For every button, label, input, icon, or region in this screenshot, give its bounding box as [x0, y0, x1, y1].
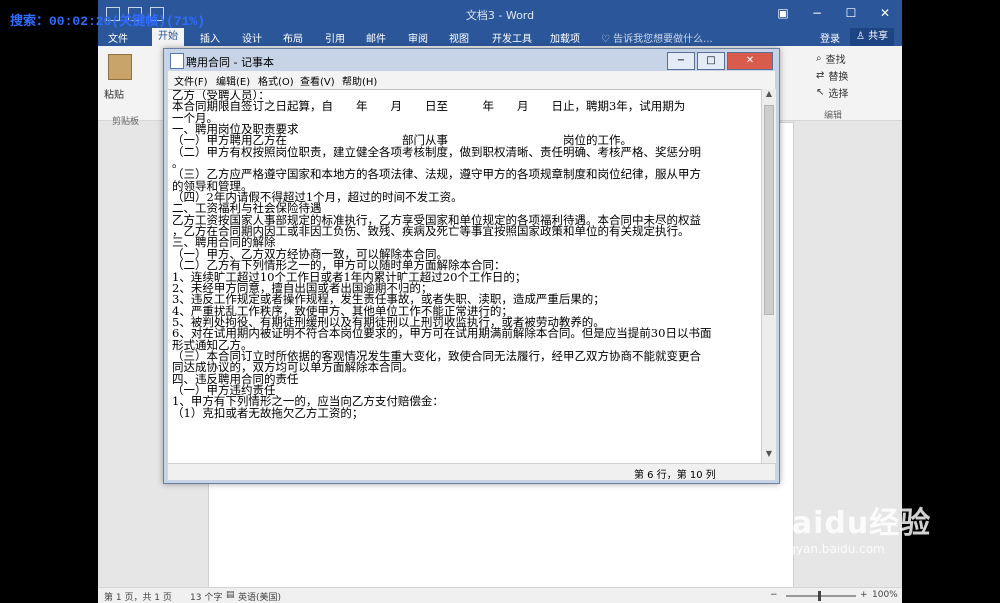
tab-layout[interactable]: 布局	[283, 30, 303, 45]
tab-developer[interactable]: 开发工具	[492, 30, 532, 45]
editing-group-label: 编辑	[824, 111, 843, 121]
menu-view[interactable]: 查看(V)	[300, 73, 335, 88]
scroll-down-arrow-icon[interactable]: ▼	[762, 449, 776, 463]
minimize-icon[interactable]: −	[800, 0, 834, 28]
text-line: （二）甲方有权按照岗位职责，建立健全各项考核制度，做到职权清晰、责任明确、考核严…	[172, 144, 701, 159]
replace-label: 替换	[828, 72, 849, 83]
notepad-maximize-button[interactable]: □	[697, 52, 725, 70]
select-button[interactable]: ↖ 选择	[816, 84, 902, 101]
tell-me-text: 告诉我您想要做什么...	[613, 34, 713, 45]
notepad-menubar: 文件(F) 编辑(E) 格式(O) 查看(V) 帮助(H)	[168, 71, 775, 89]
tab-review[interactable]: 审阅	[408, 30, 428, 45]
close-icon[interactable]: ✕	[868, 0, 902, 28]
text-line: （三）乙方应严格遵守国家和本地方的各项法律、法规，遵守甲方的各项规章制度和岗位纪…	[172, 167, 701, 182]
notepad-vertical-scrollbar[interactable]: ▲ ▼	[761, 89, 776, 463]
page-count[interactable]: 第 1 页，共 1 页	[104, 590, 172, 603]
replace-button[interactable]: ⇄ 替换	[816, 67, 902, 84]
window-controls: ▣ − ☐ ✕	[766, 0, 902, 28]
baidu-jingyan-watermark: Baidu经验 jingyan.baidu.com	[768, 498, 931, 556]
zoom-in-icon[interactable]: +	[860, 590, 868, 600]
ribbon-display-options-icon[interactable]: ▣	[766, 0, 800, 28]
tab-insert[interactable]: 插入	[200, 30, 220, 45]
cursor-position: 第 6 行，第 10 列	[634, 470, 716, 481]
editing-group: ⌕ 查找 ⇄ 替换 ↖ 选择 编辑	[816, 50, 902, 121]
language-indicator[interactable]: 英语(美国)	[238, 590, 281, 603]
maximize-icon[interactable]: ☐	[834, 0, 868, 28]
word-count[interactable]: 13 个字	[190, 590, 222, 603]
search-icon: ⌕	[816, 53, 822, 64]
person-icon: ♙	[856, 31, 869, 42]
text-line: 本合同期限自签订之日起算，自 年 月 日至 年 月 日止，聘期3年，试用期为	[172, 99, 686, 114]
zoom-slider-thumb[interactable]	[818, 591, 821, 601]
tab-home[interactable]: 开始	[152, 28, 184, 46]
scroll-thumb[interactable]	[764, 105, 774, 315]
proofing-icon[interactable]: ▤	[226, 590, 235, 600]
share-label: 共享	[868, 31, 889, 42]
clipboard-group-label: 剪贴板	[112, 117, 140, 127]
tab-design[interactable]: 设计	[242, 30, 262, 45]
ribbon-tab-bar: 文件 开始 插入 设计 布局 引用 邮件 审阅 视图 开发工具 加载项 ♡ 告诉…	[98, 28, 902, 46]
paste-icon[interactable]	[108, 54, 132, 80]
notepad-icon	[170, 53, 184, 69]
zoom-level[interactable]: 100%	[872, 590, 898, 600]
tab-addins[interactable]: 加载项	[550, 30, 580, 45]
paste-label[interactable]: 粘贴	[104, 86, 124, 101]
text-line: （1）克扣或者无故拖欠乙方工资的；	[172, 405, 364, 420]
menu-edit[interactable]: 编辑(E)	[216, 73, 250, 88]
menu-file[interactable]: 文件(F)	[174, 73, 208, 88]
word-statusbar: 第 1 页，共 1 页 13 个字 ▤ 英语(美国) − + 100%	[98, 587, 902, 603]
text-line: 6、对在试用期内被证明不符合本岗位要求的，甲方可在试用期满前解除本合同。但是应当…	[172, 326, 712, 341]
tell-me-box[interactable]: ♡ 告诉我您想要做什么...	[601, 30, 713, 45]
find-button[interactable]: ⌕ 查找	[816, 50, 902, 67]
menu-format[interactable]: 格式(O)	[258, 73, 294, 88]
watermark-url: jingyan.baidu.com	[774, 542, 885, 556]
cursor-icon: ↖	[816, 87, 825, 98]
zoom-out-icon[interactable]: −	[770, 590, 778, 600]
tab-view[interactable]: 视图	[449, 30, 469, 45]
login-link[interactable]: 登录	[820, 30, 840, 45]
scroll-up-arrow-icon[interactable]: ▲	[762, 89, 776, 103]
notepad-minimize-button[interactable]: −	[667, 52, 695, 70]
clipboard-group: 粘贴 剪贴板	[104, 52, 154, 127]
word-titlebar: 文档3 - Word ▣ − ☐ ✕	[98, 0, 902, 28]
notepad-statusbar: 第 6 行，第 10 列	[168, 463, 775, 481]
tab-file[interactable]: 文件	[108, 30, 128, 45]
notepad-text-area[interactable]: 乙方（受聘人员）： 本合同期限自签订之日起算，自 年 月 日至 年 月 日止，聘…	[168, 89, 761, 464]
share-button[interactable]: ♙ 共享	[850, 28, 895, 46]
select-label: 选择	[828, 89, 849, 100]
notepad-window-controls: − □ ✕	[667, 52, 773, 70]
lightbulb-icon: ♡	[601, 34, 614, 45]
watermark-logo-text: Baidu经验	[768, 506, 932, 541]
zoom-slider[interactable]	[786, 591, 856, 601]
tab-mailings[interactable]: 邮件	[366, 30, 386, 45]
replace-icon: ⇄	[816, 70, 825, 81]
notepad-window[interactable]: 聘用合同 - 记事本 − □ ✕ 文件(F) 编辑(E) 格式(O) 查看(V)…	[163, 48, 780, 484]
search-overlay-text: 搜索：00:02:20(关键帧)(71%)	[10, 14, 206, 29]
tab-references[interactable]: 引用	[325, 30, 345, 45]
notepad-title: 聘用合同 - 记事本	[186, 56, 274, 69]
menu-help[interactable]: 帮助(H)	[342, 73, 377, 88]
notepad-close-button[interactable]: ✕	[727, 52, 773, 70]
notepad-titlebar[interactable]: 聘用合同 - 记事本 − □ ✕	[164, 49, 779, 71]
find-label: 查找	[825, 55, 846, 66]
